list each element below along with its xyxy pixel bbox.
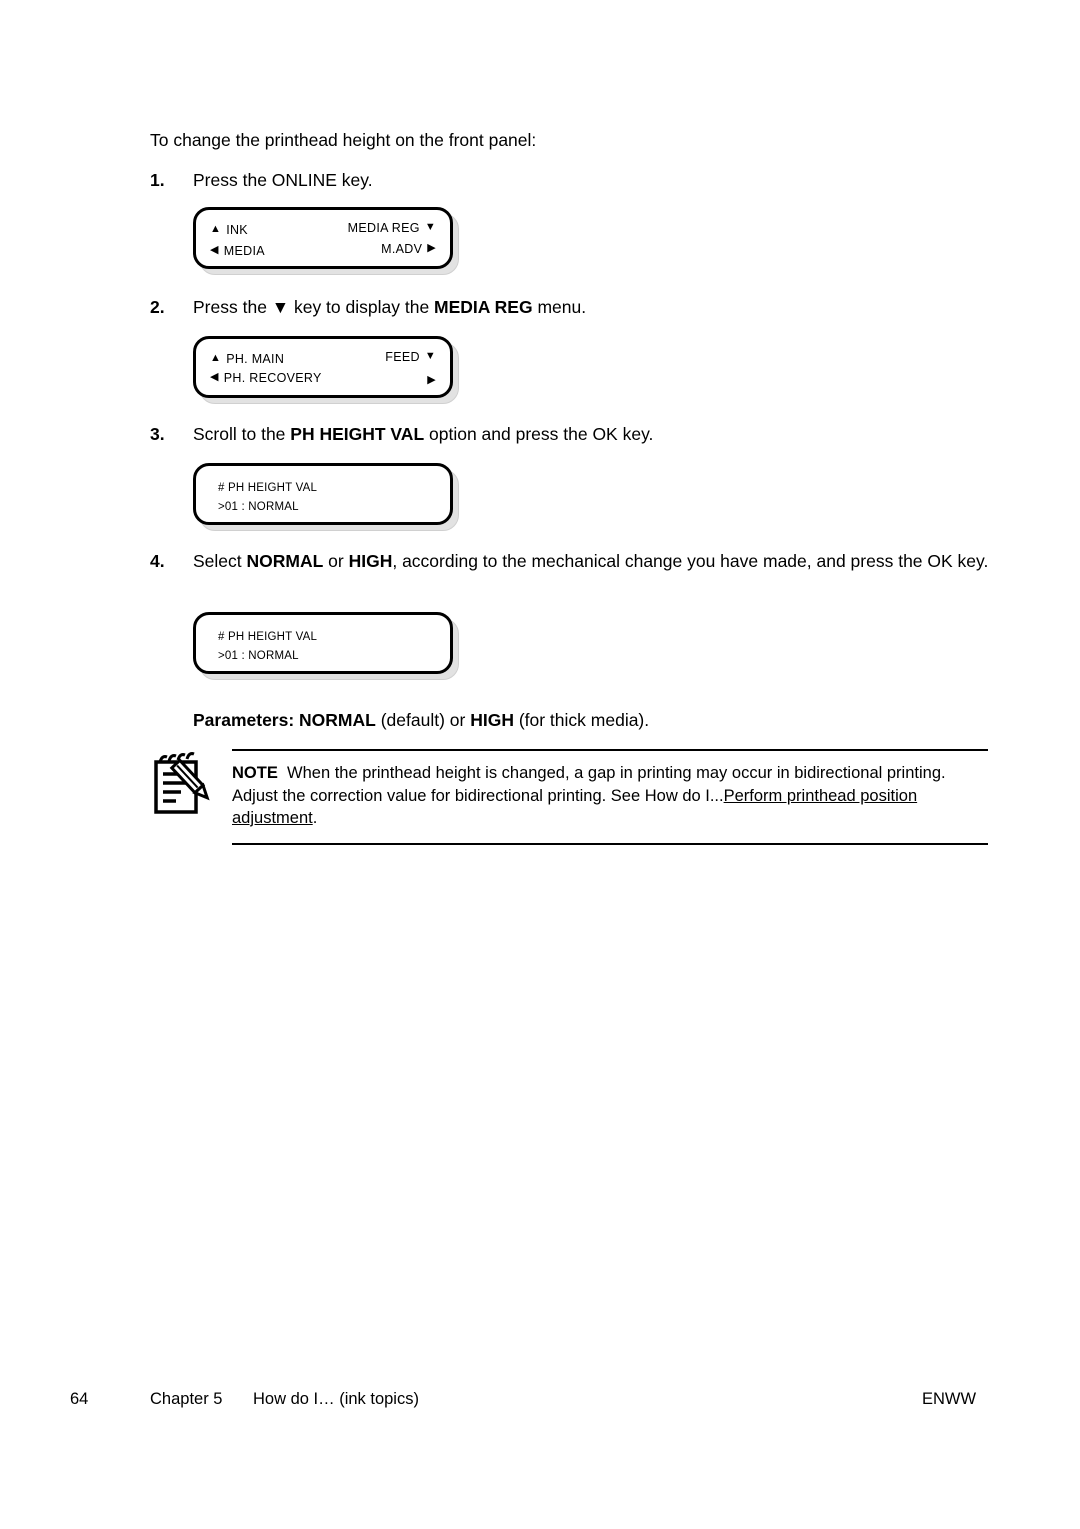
note-text-part-2: . bbox=[312, 809, 318, 827]
step-1-seg-0: Press the ONLINE key. bbox=[193, 170, 373, 190]
parameters-line: Parameters: NORMAL (default) or HIGH (fo… bbox=[193, 710, 649, 731]
note-pencil-icon bbox=[150, 752, 214, 818]
step-4-seg-3: HIGH bbox=[348, 551, 393, 571]
step-3-text: Scroll to the PH HEIGHT VAL option and p… bbox=[193, 422, 970, 447]
lcd-panel-rows: ▲ PH. MAIN FEED ▼ ◀ PH. RECOVERY ▶ bbox=[196, 339, 450, 395]
lcd-row-left: ▲ PH. MAIN bbox=[210, 352, 284, 366]
step-4-text: Select NORMAL or HIGH, according to the … bbox=[193, 549, 990, 574]
step-3-seg-2: option and press the OK key. bbox=[424, 424, 654, 444]
lcd-right-label: M.ADV bbox=[381, 242, 423, 256]
step-3-seg-0: Scroll to the bbox=[193, 424, 291, 444]
step-3: 3. Scroll to the PH HEIGHT VAL option an… bbox=[150, 422, 970, 447]
lcd-line: # PH HEIGHT VAL bbox=[218, 482, 318, 494]
step-3-number: 3. bbox=[150, 424, 165, 444]
lcd-row-right: M.ADV ▶ bbox=[381, 242, 436, 256]
parameters-suffix-1: (default) or bbox=[375, 710, 471, 730]
intro-paragraph: To change the printhead height on the fr… bbox=[150, 130, 537, 150]
note-block: NOTE When the printhead height is change… bbox=[232, 749, 988, 845]
step-1: 1. Press the ONLINE key. bbox=[150, 168, 970, 193]
lcd-panel-ph-height-val-2: # PH HEIGHT VAL >01 : NORMAL bbox=[193, 612, 459, 680]
lcd-left-label: PH. MAIN bbox=[226, 351, 285, 366]
lcd-panel-frame: # PH HEIGHT VAL >01 : NORMAL bbox=[193, 612, 453, 674]
left-triangle-icon: ◀ bbox=[210, 243, 219, 256]
step-2: 2. Press the ▼ key to display the MEDIA … bbox=[150, 295, 970, 320]
lcd-row-left: ◀ PH. RECOVERY bbox=[210, 371, 322, 385]
up-triangle-icon: ▲ bbox=[210, 351, 222, 364]
lcd-panel-rows: ▲ INK MEDIA REG ▼ ◀ MEDIA M.ADV ▶ bbox=[196, 210, 450, 266]
lcd-left-label: PH. RECOVERY bbox=[223, 371, 322, 385]
lcd-row: ▲ PH. MAIN FEED ▼ bbox=[210, 350, 436, 371]
lcd-row-right: MEDIA REG ▼ bbox=[348, 221, 436, 235]
parameters-value-2: HIGH bbox=[470, 710, 514, 730]
step-4-seg-4: , according to the mechanical change you… bbox=[392, 551, 989, 571]
lcd-right-label: FEED bbox=[385, 350, 420, 364]
right-triangle-icon: ▶ bbox=[427, 242, 436, 254]
left-triangle-icon: ◀ bbox=[210, 371, 219, 383]
lcd-row-left: ▲ INK bbox=[210, 223, 248, 237]
lcd-line: >01 : NORMAL bbox=[218, 650, 299, 662]
lcd-row: ◀ PH. RECOVERY ▶ bbox=[210, 371, 436, 392]
step-1-number: 1. bbox=[150, 170, 165, 190]
lcd-row-right: FEED ▼ bbox=[385, 350, 436, 364]
footer-page-number: 64 bbox=[70, 1390, 89, 1408]
lcd-panel-frame: # PH HEIGHT VAL >01 : NORMAL bbox=[193, 463, 453, 525]
step-1-text: Press the ONLINE key. bbox=[193, 168, 970, 193]
step-4-number: 4. bbox=[150, 551, 165, 571]
lcd-panel-online-menu: ▲ INK MEDIA REG ▼ ◀ MEDIA M.ADV ▶ bbox=[193, 207, 459, 275]
parameters-label: Parameters: bbox=[193, 710, 295, 730]
lcd-row-right: ▶ bbox=[422, 373, 436, 386]
step-4-seg-0: Select bbox=[193, 551, 247, 571]
step-2-seg-2: menu. bbox=[532, 297, 587, 317]
lcd-row: ▲ INK MEDIA REG ▼ bbox=[210, 221, 436, 242]
lcd-right-label: MEDIA REG bbox=[347, 221, 420, 235]
lcd-row-left: ◀ MEDIA bbox=[210, 244, 265, 258]
right-triangle-icon: ▶ bbox=[427, 373, 436, 386]
parameters-suffix-2: (for thick media). bbox=[513, 710, 650, 730]
document-page: To change the printhead height on the fr… bbox=[0, 0, 1080, 1529]
step-4-seg-1: NORMAL bbox=[246, 551, 324, 571]
parameters-value-1: NORMAL bbox=[299, 710, 376, 730]
step-2-seg-1: MEDIA REG bbox=[434, 297, 533, 317]
lcd-line: >01 : NORMAL bbox=[218, 501, 299, 513]
note-bottom-rule bbox=[232, 842, 988, 845]
step-3-seg-1: PH HEIGHT VAL bbox=[290, 424, 425, 444]
step-2-seg-0: Press the ▼ key to display the bbox=[193, 297, 435, 317]
step-2-text: Press the ▼ key to display the MEDIA REG… bbox=[193, 295, 970, 320]
down-triangle-icon: ▼ bbox=[424, 221, 436, 233]
lcd-panel-frame: ▲ INK MEDIA REG ▼ ◀ MEDIA M.ADV ▶ bbox=[193, 207, 453, 269]
lcd-left-label: MEDIA bbox=[223, 243, 265, 258]
lcd-row: ◀ MEDIA M.ADV ▶ bbox=[210, 242, 436, 263]
lcd-panel-rows: # PH HEIGHT VAL >01 : NORMAL bbox=[196, 466, 450, 522]
up-triangle-icon: ▲ bbox=[210, 222, 222, 235]
note-label: NOTE bbox=[232, 764, 278, 782]
footer-section: How do I… (ink topics) bbox=[253, 1390, 419, 1408]
page-footer: 64 Chapter 5 How do I… (ink topics) ENWW bbox=[0, 1390, 1080, 1414]
lcd-left-label: INK bbox=[226, 222, 248, 237]
lcd-panel-media-reg-menu: ▲ PH. MAIN FEED ▼ ◀ PH. RECOVERY ▶ bbox=[193, 336, 459, 404]
step-2-number: 2. bbox=[150, 297, 165, 317]
down-triangle-icon: ▼ bbox=[424, 350, 436, 362]
lcd-panel-ph-height-val-1: # PH HEIGHT VAL >01 : NORMAL bbox=[193, 463, 459, 531]
step-4-seg-2: or bbox=[323, 551, 349, 571]
lcd-panel-rows: # PH HEIGHT VAL >01 : NORMAL bbox=[196, 615, 450, 671]
step-4: 4. Select NORMAL or HIGH, according to t… bbox=[150, 549, 990, 574]
lcd-panel-frame: ▲ PH. MAIN FEED ▼ ◀ PH. RECOVERY ▶ bbox=[193, 336, 453, 398]
lcd-line: # PH HEIGHT VAL bbox=[218, 631, 318, 643]
footer-brand: ENWW bbox=[922, 1390, 977, 1408]
note-text: NOTE When the printhead height is change… bbox=[232, 751, 988, 843]
footer-chapter: Chapter 5 bbox=[150, 1390, 223, 1408]
